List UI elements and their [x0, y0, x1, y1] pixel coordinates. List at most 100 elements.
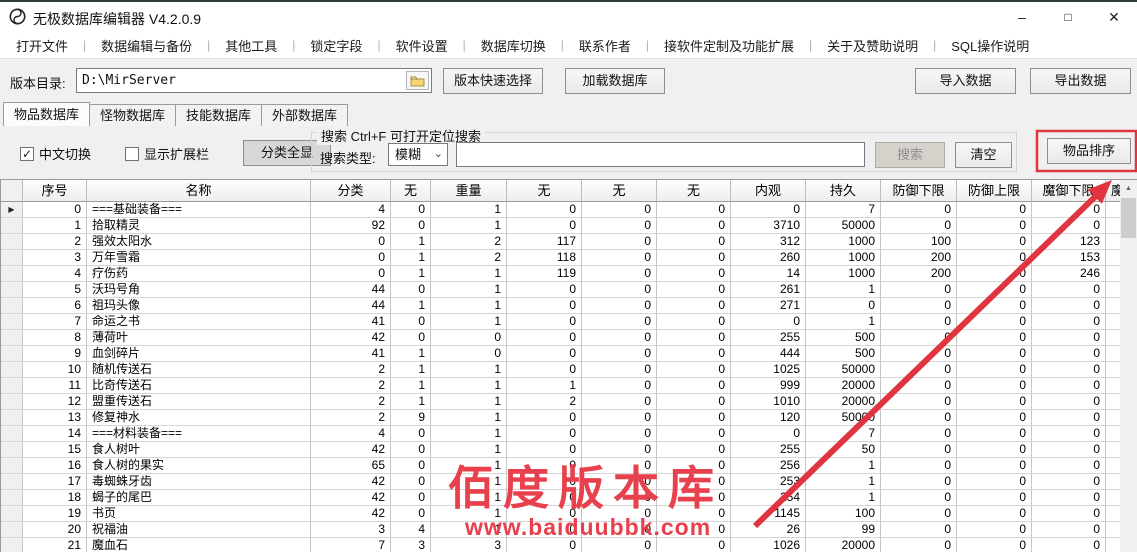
row-marker[interactable]	[1, 410, 23, 426]
table-cell[interactable]	[1106, 474, 1120, 490]
table-cell[interactable]: 0	[431, 330, 507, 346]
row-marker[interactable]	[1, 538, 23, 552]
table-cell[interactable]: 0	[957, 522, 1032, 538]
table-cell[interactable]: 0	[957, 234, 1032, 250]
table-cell[interactable]: 1	[806, 458, 881, 474]
search-type-dropdown[interactable]: 模糊 ⌄	[388, 143, 448, 166]
column-header[interactable]: 魔	[1106, 180, 1120, 202]
row-marker[interactable]	[1, 362, 23, 378]
table-cell[interactable]	[1106, 266, 1120, 282]
table-cell[interactable]: 0	[1032, 282, 1106, 298]
table-cell[interactable]: 0	[657, 234, 731, 250]
table-cell[interactable]: 0	[957, 218, 1032, 234]
table-cell[interactable]: 1	[431, 410, 507, 426]
table-cell[interactable]: 书页	[87, 506, 311, 522]
table-cell[interactable]: 1	[23, 218, 87, 234]
row-marker[interactable]	[1, 522, 23, 538]
table-cell[interactable]: 4	[311, 426, 391, 442]
menu-item-8[interactable]: 关于及赞助说明	[821, 36, 924, 55]
menu-item-3[interactable]: 锁定字段	[304, 36, 368, 55]
table-cell[interactable]: 0	[657, 378, 731, 394]
table-cell[interactable]: 1	[431, 378, 507, 394]
tab-物品数据库[interactable]: 物品数据库	[3, 102, 90, 126]
table-cell[interactable]: 0	[582, 346, 657, 362]
table-cell[interactable]: 0	[731, 426, 806, 442]
table-cell[interactable]: 0	[507, 410, 582, 426]
row-marker[interactable]	[1, 234, 23, 250]
table-cell[interactable]: 魔血石	[87, 538, 311, 552]
table-cell[interactable]: 1	[391, 362, 431, 378]
table-cell[interactable]: 123	[1032, 234, 1106, 250]
table-cell[interactable]: 0	[1032, 474, 1106, 490]
table-cell[interactable]: 44	[311, 282, 391, 298]
table-cell[interactable]: 拾取精灵	[87, 218, 311, 234]
table-cell[interactable]: 0	[311, 250, 391, 266]
table-cell[interactable]: 4	[311, 202, 391, 218]
table-cell[interactable]: 0	[582, 394, 657, 410]
table-cell[interactable]: 0	[1032, 410, 1106, 426]
row-marker[interactable]	[1, 266, 23, 282]
table-cell[interactable]: 0	[311, 234, 391, 250]
table-cell[interactable]: 500	[806, 330, 881, 346]
table-cell[interactable]: 0	[881, 346, 957, 362]
tab-怪物数据库[interactable]: 怪物数据库	[89, 104, 176, 126]
table-cell[interactable]: 3710	[731, 218, 806, 234]
table-cell[interactable]: 119	[507, 266, 582, 282]
table-cell[interactable]: 0	[1032, 522, 1106, 538]
table-cell[interactable]: 3	[391, 538, 431, 552]
table-cell[interactable]: 1	[806, 282, 881, 298]
table-cell[interactable]: 0	[1032, 442, 1106, 458]
table-cell[interactable]: 118	[507, 250, 582, 266]
table-cell[interactable]: 20000	[806, 394, 881, 410]
table-cell[interactable]: 万年雪霜	[87, 250, 311, 266]
table-cell[interactable]: 15	[23, 442, 87, 458]
row-marker[interactable]	[1, 250, 23, 266]
table-cell[interactable]: 0	[1032, 346, 1106, 362]
table-cell[interactable]: 100	[806, 506, 881, 522]
table-cell[interactable]: 祝福油	[87, 522, 311, 538]
table-cell[interactable]: 0	[391, 202, 431, 218]
table-cell[interactable]: 0	[881, 314, 957, 330]
table-cell[interactable]: 42	[311, 506, 391, 522]
table-cell[interactable]	[1106, 458, 1120, 474]
table-cell[interactable]: 0	[657, 394, 731, 410]
table-cell[interactable]: 20000	[806, 378, 881, 394]
column-header[interactable]: 无	[657, 180, 731, 202]
menu-item-7[interactable]: 接软件定制及功能扩展	[658, 36, 800, 55]
table-cell[interactable]: 11	[23, 378, 87, 394]
table-cell[interactable]: 0	[1032, 458, 1106, 474]
table-cell[interactable]: 26	[731, 522, 806, 538]
table-cell[interactable]: 2	[431, 234, 507, 250]
table-cell[interactable]: 6	[23, 298, 87, 314]
table-cell[interactable]: 0	[507, 314, 582, 330]
table-cell[interactable]: 0	[1032, 298, 1106, 314]
table-cell[interactable]: 0	[582, 218, 657, 234]
search-button[interactable]: 搜索	[875, 142, 945, 168]
column-header[interactable]: 内观	[731, 180, 806, 202]
table-cell[interactable]: ===基础装备===	[87, 202, 311, 218]
table-cell[interactable]: 12	[23, 394, 87, 410]
table-cell[interactable]: 0	[657, 202, 731, 218]
table-cell[interactable]: 0	[391, 490, 431, 506]
table-cell[interactable]: 0	[391, 426, 431, 442]
table-cell[interactable]: 1	[431, 282, 507, 298]
table-cell[interactable]: 0	[957, 346, 1032, 362]
table-cell[interactable]: 50000	[806, 218, 881, 234]
table-cell[interactable]: 0	[582, 282, 657, 298]
table-cell[interactable]: 65	[311, 458, 391, 474]
table-cell[interactable]: 19	[23, 506, 87, 522]
table-cell[interactable]: 0	[881, 218, 957, 234]
table-cell[interactable]: 0	[881, 410, 957, 426]
row-marker[interactable]	[1, 218, 23, 234]
table-cell[interactable]: 9	[391, 410, 431, 426]
table-cell[interactable]: 0	[657, 298, 731, 314]
table-cell[interactable]: 0	[657, 362, 731, 378]
table-cell[interactable]: 92	[311, 218, 391, 234]
table-cell[interactable]: 0	[957, 442, 1032, 458]
table-cell[interactable]: 0	[582, 426, 657, 442]
table-cell[interactable]: 0	[1032, 362, 1106, 378]
table-cell[interactable]: 0	[881, 506, 957, 522]
table-cell[interactable]: 10	[23, 362, 87, 378]
table-cell[interactable]: 255	[731, 330, 806, 346]
table-cell[interactable]: 117	[507, 234, 582, 250]
